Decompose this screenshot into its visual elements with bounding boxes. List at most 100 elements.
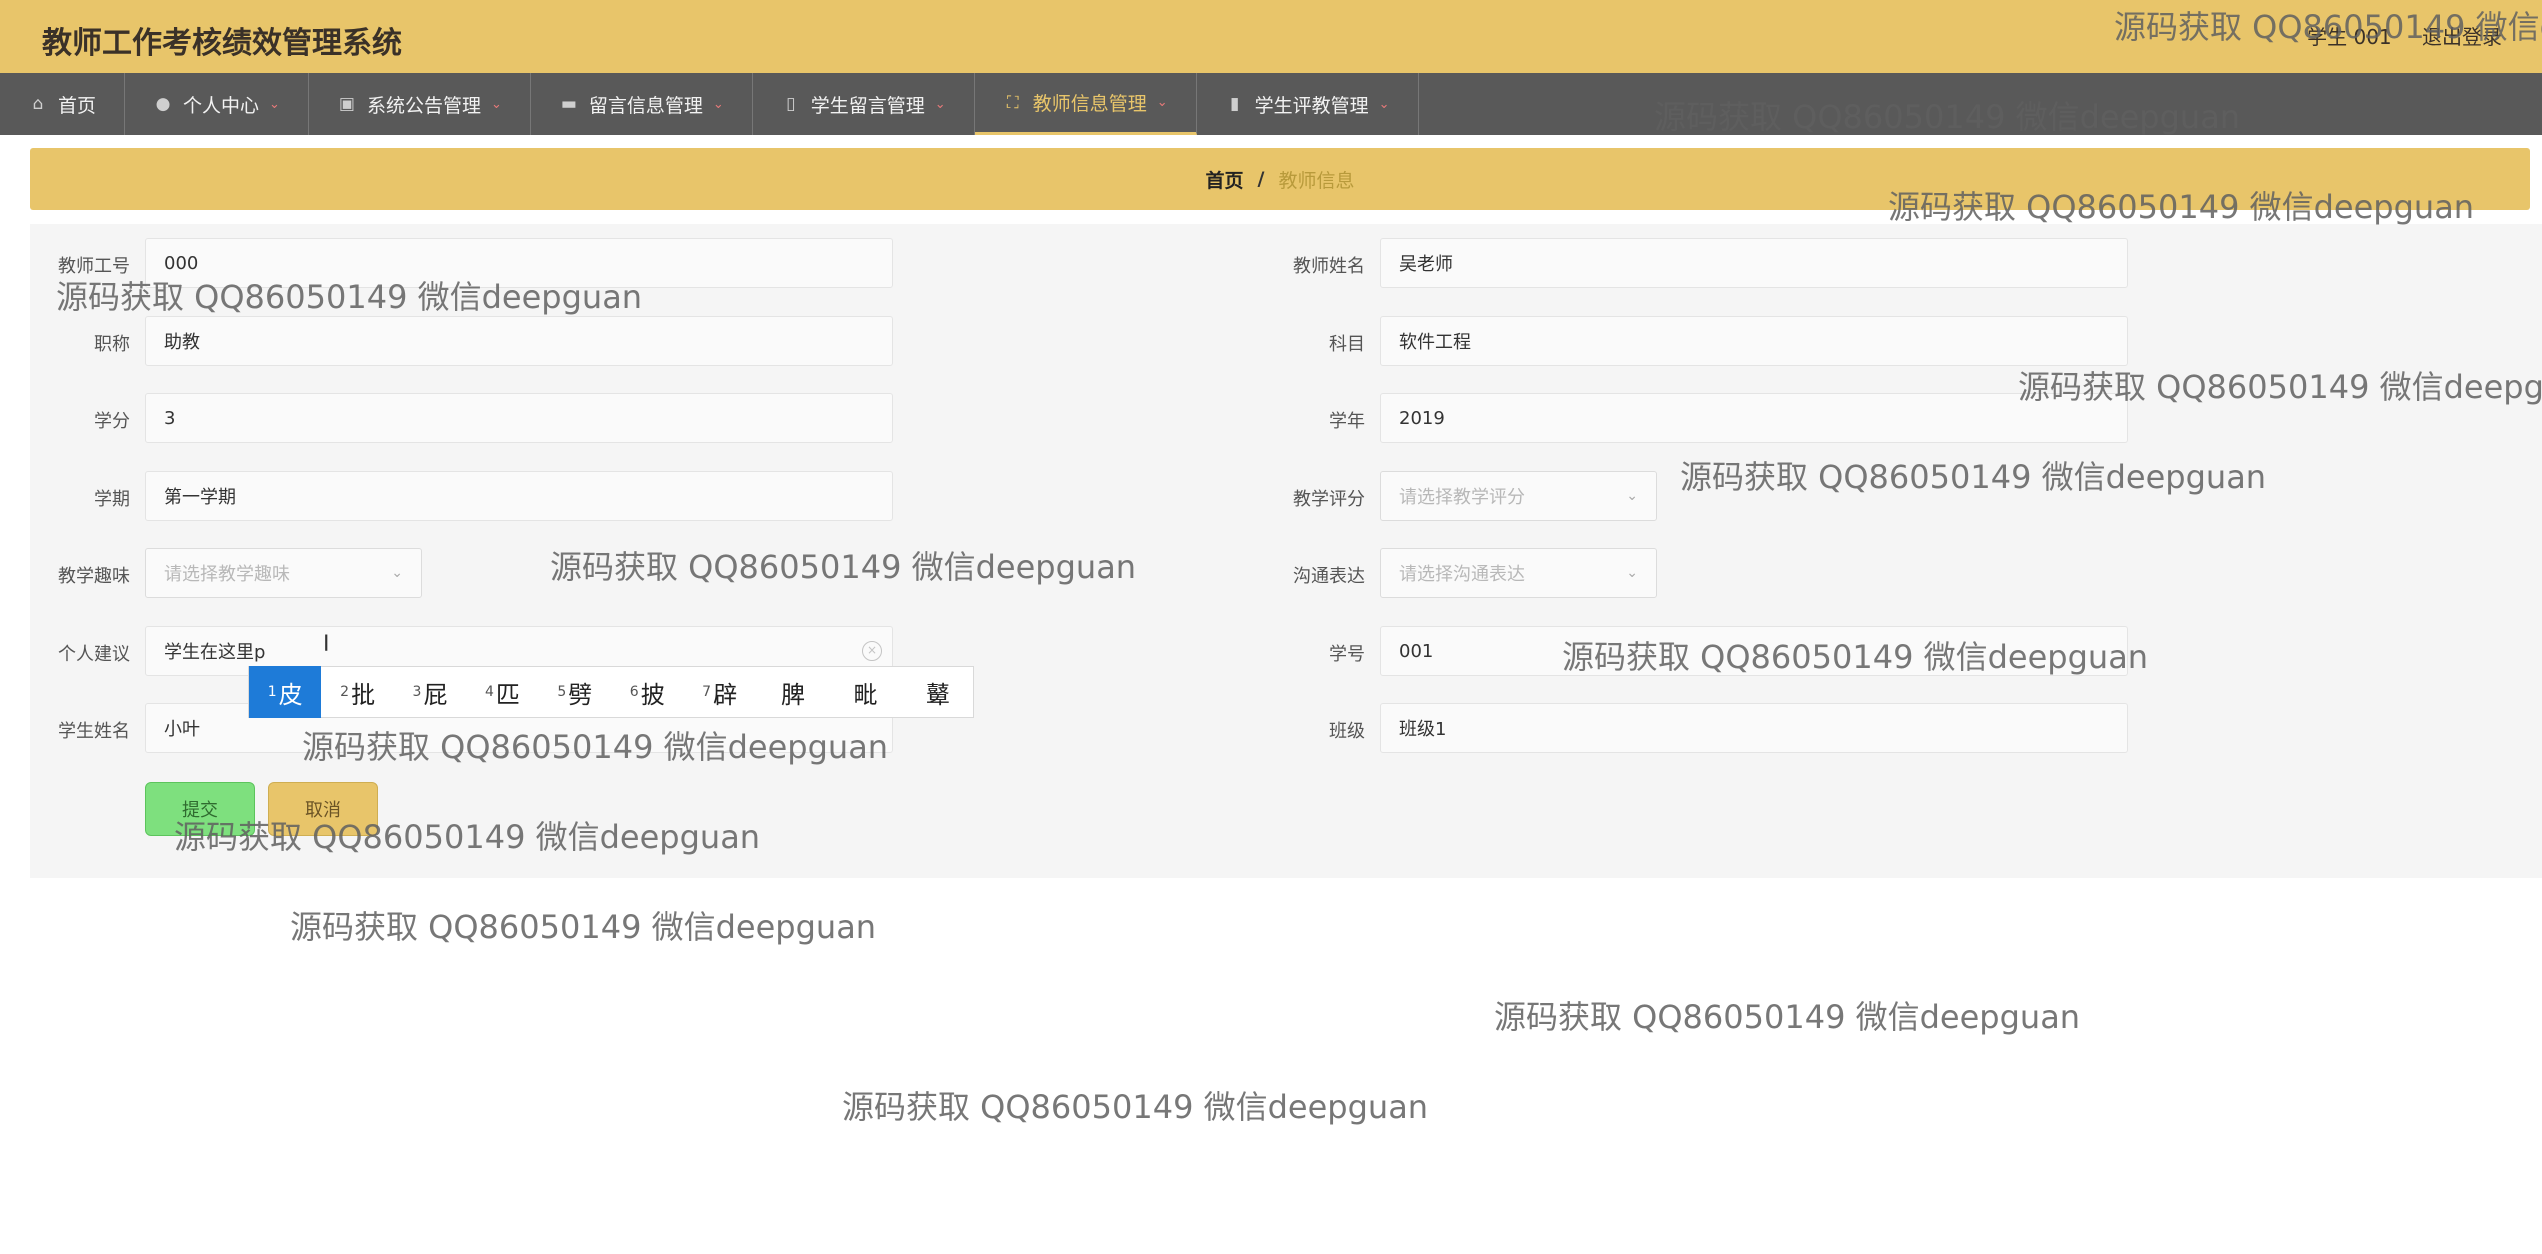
ime-candidate[interactable]: 5劈 — [539, 666, 611, 718]
ime-candidate[interactable]: 毗 — [828, 666, 900, 718]
watermark: 源码获取 QQ86050149 微信deepguan — [1680, 458, 2267, 496]
credit-label: 学分 — [94, 411, 130, 432]
page: 教师工作考核绩效管理系统 学生 001 退出登录 ⌂ 首页 ● 个人中心 ⌄ ▣ 系统公告管… — [0, 0, 2542, 1254]
watermark: 源码获取 QQ86050149 微信deepguan — [56, 278, 643, 316]
watermark: 源码获取 QQ86050149 微信deepguan — [174, 818, 761, 856]
ime-candidate[interactable]: 7辟 — [683, 666, 755, 718]
suggestion-label: 个人建议 — [58, 644, 130, 665]
nav-item-5[interactable]: ⛶ 教师信息管理 ⌄ — [974, 73, 1197, 135]
chevron-down-icon: ⌄ — [1626, 565, 1638, 581]
title-input[interactable]: 助教 — [145, 316, 893, 366]
watermark: 源码获取 QQ86050149 微信deepguan — [2018, 368, 2542, 406]
nav-item-label: 首页 — [58, 94, 97, 117]
ime-candidate-bar: 1皮2批3屁4匹5劈6披7辟脾毗鼙 — [248, 666, 974, 718]
year-input[interactable]: 2019 — [1380, 393, 2128, 443]
communication-select[interactable]: 请选择沟通表达 ⌄ — [1380, 548, 1657, 598]
breadcrumb-current: 教师信息 — [1278, 169, 1355, 192]
user-icon: ● — [155, 94, 171, 114]
class-input[interactable]: 班级1 — [1380, 703, 2128, 753]
fullscreen-icon: ⛶ — [1006, 92, 1019, 113]
ime-candidate-text: 毗 — [853, 680, 878, 709]
nav-item-6[interactable]: ▮ 学生评教管理 ⌄ — [1197, 73, 1419, 135]
nav-item-1[interactable]: ● 个人中心 ⌄ — [125, 73, 309, 135]
nav-item-label: 留言信息管理 — [588, 94, 703, 117]
nav-item-3[interactable]: ▬ 留言信息管理 ⌄ — [531, 73, 753, 135]
ime-candidate[interactable]: 2批 — [321, 666, 393, 718]
ime-candidate-number: 3 — [412, 684, 422, 700]
watermark: 源码获取 QQ86050149 微信deepguan — [842, 1088, 1429, 1126]
ime-candidate-number: 1 — [267, 684, 277, 700]
nav-item-label: 个人中心 — [183, 94, 260, 117]
ime-candidate-text: 批 — [351, 680, 376, 709]
watermark: 源码获取 QQ86050149 微信deepguan — [550, 548, 1137, 586]
watermark: 源码获取 QQ86050149 微信deepguan — [1494, 998, 2081, 1036]
teaching-interest-select[interactable]: 请选择教学趣味 ⌄ — [145, 548, 422, 598]
ime-candidate[interactable]: 脾 — [756, 666, 828, 718]
subject-label: 科目 — [1329, 334, 1365, 355]
ime-candidate[interactable]: 1皮 — [249, 666, 322, 718]
ime-candidate-text: 鼙 — [925, 680, 950, 709]
text-cursor-icon: Ι — [323, 632, 330, 657]
semester-input[interactable]: 第一学期 — [145, 471, 893, 521]
watermark: 源码获取 QQ86050149 微信deepguan — [302, 728, 889, 766]
teaching-score-select[interactable]: 请选择教学评分 ⌄ — [1380, 471, 1657, 521]
ime-candidate-number: 2 — [340, 684, 350, 700]
watermark: 源码获取 QQ86050149 微信deepguan — [1562, 638, 2149, 676]
nav-item-label: 教师信息管理 — [1032, 93, 1147, 115]
teaching-score-placeholder: 请选择教学评分 — [1399, 487, 1525, 508]
suggestion-value: 学生在这里p — [164, 642, 266, 663]
ime-candidate-text: 脾 — [781, 680, 806, 709]
communication-placeholder: 请选择沟通表达 — [1399, 564, 1525, 585]
student-id-label: 学号 — [1329, 644, 1365, 665]
breadcrumb-home[interactable]: 首页 — [1206, 166, 1244, 193]
microphone-icon: ▯ — [786, 94, 796, 114]
ime-candidate-number: 7 — [702, 684, 712, 700]
app-title: 教师工作考核绩效管理系统 — [42, 26, 402, 61]
teacher-name-label: 教师姓名 — [1293, 256, 1365, 277]
clipboard-icon: ▣ — [338, 94, 355, 114]
teaching-score-label: 教学评分 — [1293, 489, 1365, 510]
clear-icon[interactable]: × — [862, 641, 882, 661]
credit-input[interactable]: 3 — [145, 393, 893, 443]
ime-candidate[interactable]: 鼙 — [901, 666, 973, 718]
chevron-down-icon: ⌄ — [934, 96, 946, 112]
chevron-down-icon: ⌄ — [712, 96, 724, 112]
nav-item-2[interactable]: ▣ 系统公告管理 ⌄ — [309, 73, 531, 135]
chevron-down-icon: ⌄ — [391, 565, 403, 581]
breadcrumb-separator: / — [1257, 168, 1265, 190]
chevron-down-icon: ⌄ — [269, 96, 280, 112]
student-name-label: 学生姓名 — [58, 721, 130, 742]
teaching-interest-label: 教学趣味 — [58, 566, 130, 587]
ime-candidate-text: 披 — [640, 680, 665, 709]
ime-candidate-number: 6 — [629, 684, 639, 700]
teacher-name-input[interactable]: 吴老师 — [1380, 238, 2128, 288]
ime-candidate[interactable]: 4匹 — [466, 666, 538, 718]
ime-candidate[interactable]: 6披 — [611, 666, 683, 718]
message-icon: ▬ — [560, 94, 577, 114]
chevron-down-icon: ⌄ — [1626, 488, 1638, 504]
nav-item-4[interactable]: ▯ 学生留言管理 ⌄ — [753, 73, 975, 135]
watermark: 源码获取 QQ86050149 微信deepguan — [290, 908, 877, 946]
year-label: 学年 — [1329, 411, 1365, 432]
ime-candidate-text: 匹 — [495, 680, 520, 709]
chevron-down-icon: ⌄ — [1156, 95, 1168, 110]
ime-candidate-text: 屁 — [423, 680, 448, 709]
nav-item-0[interactable]: ⌂ 首页 — [0, 73, 126, 135]
ime-candidate-text: 皮 — [278, 680, 303, 709]
ime-candidate-text: 辟 — [713, 680, 738, 709]
subject-input[interactable]: 软件工程 — [1380, 316, 2128, 366]
watermark: 源码获取 QQ86050149 微信deepguan — [1888, 188, 2475, 226]
class-label: 班级 — [1329, 721, 1365, 742]
title-label: 职称 — [94, 334, 130, 355]
ime-candidate-number: 4 — [484, 684, 494, 700]
ime-candidate[interactable]: 3屁 — [394, 666, 466, 718]
nav-item-label: 学生留言管理 — [810, 94, 925, 117]
nav-item-label: 系统公告管理 — [366, 94, 481, 117]
home-icon: ⌂ — [32, 94, 44, 114]
chevron-down-icon: ⌄ — [1378, 96, 1390, 112]
watermark: 源码获取 QQ86050149 微信deepguan — [1654, 98, 2241, 136]
teaching-interest-placeholder: 请选择教学趣味 — [164, 564, 290, 585]
bar-chart-icon: ▮ — [1229, 94, 1240, 114]
communication-label: 沟通表达 — [1293, 566, 1365, 587]
nav-item-label: 学生评教管理 — [1254, 94, 1369, 117]
